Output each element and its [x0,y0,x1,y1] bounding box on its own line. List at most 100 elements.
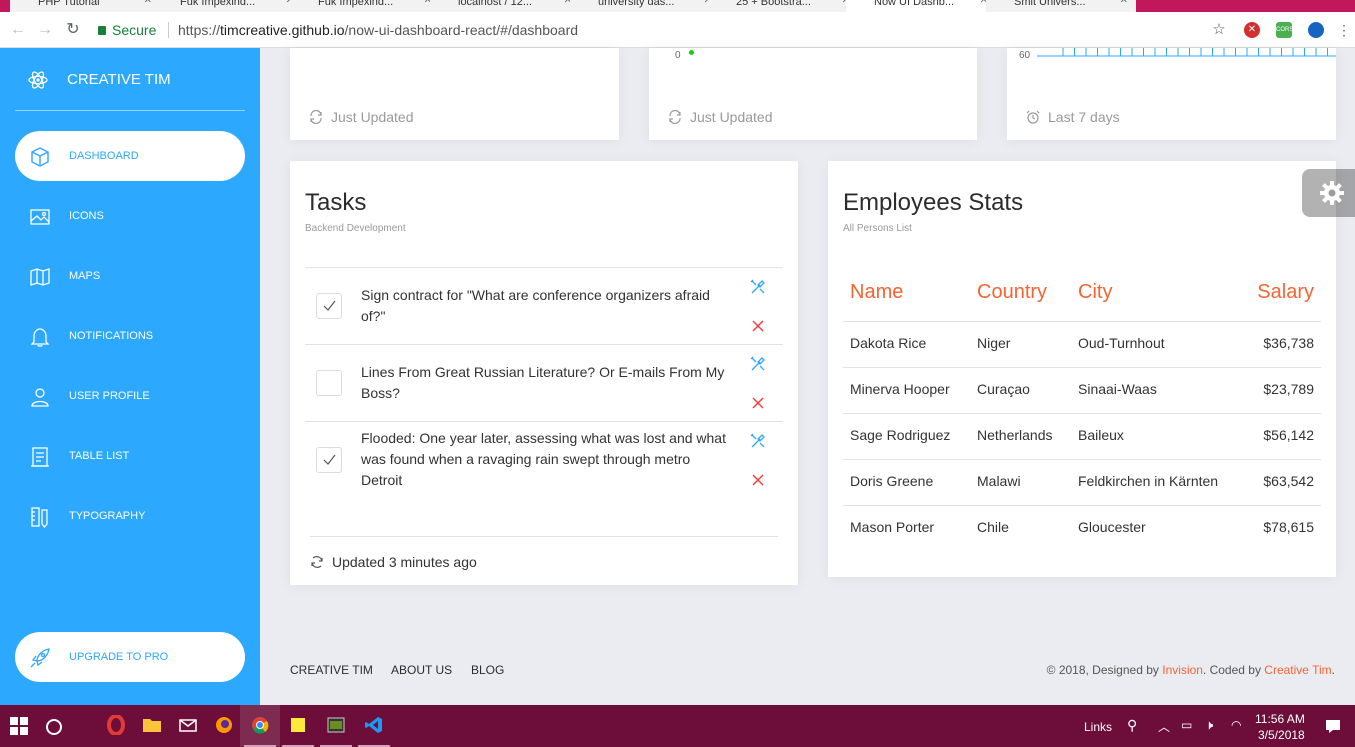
battery-icon[interactable]: ▭ [1181,718,1192,732]
chrome-icon [252,717,269,734]
card-category: Backend Development [305,223,406,234]
sidebar-item-user-profile[interactable]: USER PROFILE [15,371,245,421]
tab-title: Fuk Impexind... [318,0,394,8]
table-cell: Sage Rodriguez [850,427,951,443]
task-row: Lines From Great Russian Literature? Or … [305,344,783,421]
settings-plugin-button[interactable] [1302,169,1355,217]
cors-extension-icon[interactable]: CORS [1276,22,1293,38]
card-category: All Persons List [843,223,912,234]
clock-date[interactable]: 3/5/2018 [1258,728,1305,742]
task-checkbox[interactable] [316,447,342,473]
card-footer: Just Updated [309,109,414,125]
upgrade-to-pro-button[interactable]: UPGRADE TO PRO [15,632,245,682]
browser-tab[interactable]: Smit Univers... ✕ [986,0,1136,12]
browser-tab-strip: PHP Tutorial✕ Fuk Impexind...✕ Fuk Impex… [0,0,1355,12]
browser-tab[interactable]: Fuk Impexind...✕ [152,0,302,12]
sticky-notes-app[interactable] [278,705,318,747]
stat-card: Just Updated [290,48,619,140]
table-cell: Feldkirchen in Kärnten [1078,473,1219,489]
windows-start-icon[interactable] [10,717,28,735]
card-footer-text: Just Updated [690,109,773,125]
table-cell: Baileux [1078,427,1124,443]
edit-tool-icon[interactable] [750,356,766,372]
browser-tab[interactable]: localhost / 12... ✕ [430,0,580,12]
divider [168,22,169,38]
footer-link-blog[interactable]: BLOG [471,663,504,677]
footer-link-about-us[interactable]: ABOUT US [391,663,452,677]
people-icon[interactable]: ⚲ [1127,717,1137,734]
user-icon [31,388,49,407]
sidebar-item-icons[interactable]: ICONS [15,191,245,241]
firefox-app[interactable] [204,705,244,747]
task-checkbox[interactable] [316,293,342,319]
terminal-app[interactable] [316,705,356,747]
remove-icon[interactable] [751,319,765,333]
cortana-icon[interactable] [45,718,63,736]
reload-icon[interactable]: ↻ [63,20,83,40]
card-footer: Just Updated [668,109,773,125]
edit-tool-icon[interactable] [750,279,766,295]
browser-tab[interactable]: Fuk Impexind...✕ [290,0,440,12]
table-divider [843,459,1321,460]
wifi-icon[interactable]: ◠ [1231,718,1241,732]
divider [310,536,778,537]
tasks-card: Tasks Backend Development Sign contract … [290,161,798,585]
browser-tab-active[interactable]: Now UI Dashb... ✕ [846,0,996,12]
task-checkbox[interactable] [316,370,342,396]
remove-icon[interactable] [751,473,765,487]
sidebar-item-table-list[interactable]: TABLE LIST [15,431,245,481]
volume-icon[interactable]: 🕨 [1205,717,1213,733]
sidebar-item-typography[interactable]: TYPOGRAPHY [15,491,245,541]
creative-tim-link[interactable]: Creative Tim [1264,663,1331,677]
sidebar-item-notifications[interactable]: NOTIFICATIONS [15,311,245,361]
blocker-extension-icon[interactable]: ✕ [1244,22,1260,38]
file-explorer-app[interactable] [132,705,172,747]
sidebar-item-label: MAPS [69,270,101,282]
secure-indicator[interactable]: Secure [98,18,156,42]
tab-title: Now UI Dashb... [874,0,955,8]
invision-link[interactable]: Invision [1162,663,1203,677]
table-cell: Niger [977,335,1011,351]
sticky-notes-icon [291,718,305,732]
url-host: timcreative.github.io [220,22,345,38]
close-icon[interactable]: ✕ [144,0,152,6]
action-center-icon[interactable] [1325,718,1341,734]
footer-link-creative-tim[interactable]: CREATIVE TIM [290,663,373,677]
star-icon[interactable]: ☆ [1211,22,1227,38]
tab-title: university das... [598,0,675,8]
opera-app[interactable] [96,705,136,747]
tab-title: PHP Tutorial [38,0,100,8]
clock-time[interactable]: 11:56 AM [1255,712,1305,726]
browser-tab[interactable]: 25 + Bootstra...✕ [708,0,858,12]
sidebar-item-maps[interactable]: MAPS [15,251,245,301]
forward-arrow-icon[interactable]: → [35,20,55,40]
browser-tab[interactable]: PHP Tutorial ✕ [10,0,160,12]
url-text[interactable]: https://timcreative.github.io/now-ui-das… [178,18,578,42]
sidebar-item-dashboard[interactable]: DASHBOARD [15,131,245,181]
table-divider [843,505,1321,506]
tasks-footer: Updated 3 minutes ago [310,554,477,570]
brand-name: CREATIVE TIM [67,71,171,88]
mail-app[interactable] [168,705,208,747]
mail-icon [179,719,197,732]
react-logo-icon [28,71,48,89]
vscode-app[interactable] [354,705,394,747]
globe-extension-icon[interactable] [1308,22,1324,38]
sidebar-item-label: DASHBOARD [69,150,139,162]
links-toolbar[interactable]: Links [1084,720,1112,734]
table-cell: Curaçao [977,381,1030,397]
remove-icon[interactable] [751,396,765,410]
card-footer: Last 7 days [1026,109,1120,125]
menu-kebab-icon[interactable]: ⋮ [1336,22,1352,38]
back-arrow-icon[interactable]: ← [8,20,28,40]
chrome-app[interactable] [240,705,280,747]
chevron-up-icon[interactable]: ︿ [1158,718,1170,735]
tab-title: 25 + Bootstra... [736,0,811,8]
card-footer-text: Just Updated [331,109,414,125]
close-icon[interactable]: ✕ [1120,0,1128,6]
task-row: Sign contract for "What are conference o… [305,267,783,344]
browser-tab[interactable]: university das...✕ [570,0,720,12]
rocket-icon [30,648,50,668]
edit-tool-icon[interactable] [750,433,766,449]
address-bar[interactable]: Secure https://timcreative.github.io/now… [90,18,1236,42]
